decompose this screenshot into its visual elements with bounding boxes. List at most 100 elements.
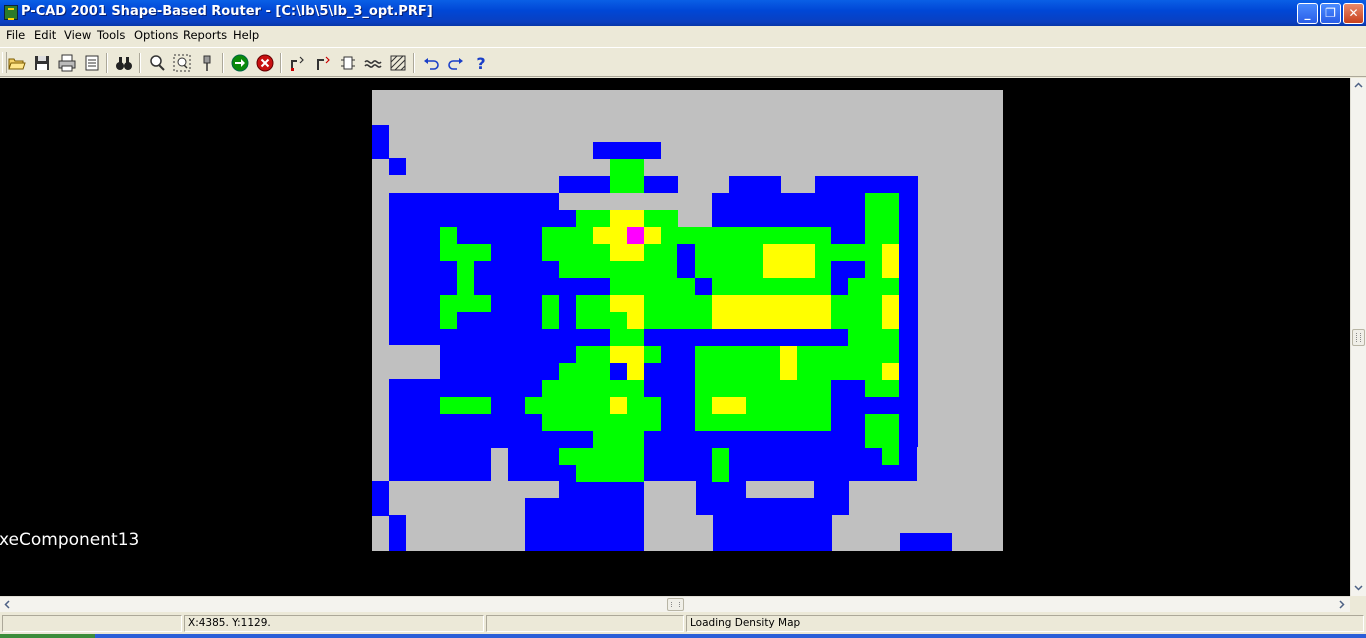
density-cell [576,465,644,482]
vertical-scroll-thumb[interactable] [1352,329,1365,346]
status-bar: X:4385. Y:1129. Loading Density Map [0,612,1366,634]
density-cell [542,380,644,397]
density-cell [610,397,627,414]
toolbar-separator [222,53,224,73]
close-icon: ✕ [1348,6,1359,20]
congestion-icon[interactable] [387,52,409,74]
density-cell [644,278,695,295]
density-cell [882,295,899,329]
menu-edit[interactable]: Edit [34,28,56,42]
density-cell [865,380,899,397]
scroll-right-button[interactable] [1334,597,1349,612]
density-cell [372,125,389,159]
toolbar-separator [413,53,415,73]
status-message: Loading Density Map [686,615,1364,632]
chevron-left-icon [4,600,10,609]
density-cell [389,515,406,551]
density-cell [712,448,729,482]
density-cell [729,176,781,193]
density-cell [440,227,457,244]
density-cell [525,397,542,414]
density-cell [610,210,644,227]
undo-icon[interactable] [420,52,442,74]
zoom-window-icon[interactable] [171,52,193,74]
density-cell [865,414,899,448]
density-cell [952,515,1003,551]
scroll-up-button[interactable] [1351,78,1366,93]
status-coordinates: X:4385. Y:1129. [184,615,484,632]
stop-route-icon[interactable] [254,52,276,74]
main-toolbar: ? [0,47,1366,77]
density-cell [695,346,848,380]
print-setup-icon[interactable] [81,52,103,74]
toolbar-separator [106,53,108,73]
density-cell [832,515,900,551]
density-icon[interactable] [362,52,384,74]
density-cell [372,481,389,516]
density-cell [882,363,899,380]
density-cell [491,481,559,498]
density-cell [865,193,899,227]
print-icon[interactable] [56,52,78,74]
routing-canvas[interactable]: xeComponent13 [0,78,1350,596]
minimize-button[interactable]: _ [1297,3,1318,24]
density-map [372,90,1003,551]
horizontal-scroll-thumb[interactable] [667,598,684,611]
density-cell [610,244,644,261]
status-panel-empty [2,615,182,632]
density-cell [627,227,644,244]
menu-tools[interactable]: Tools [97,28,125,42]
density-cell [900,533,952,551]
help-icon[interactable]: ? [470,52,492,74]
density-cell [712,397,746,414]
title-bar: P-CAD 2001 Shape-Based Router - [C:\lb\5… [0,0,1366,26]
restore-icon: ❐ [1325,6,1336,20]
toolbar-separator [280,53,282,73]
density-cell [780,346,797,380]
open-icon[interactable] [6,52,28,74]
density-cell [882,448,899,465]
chevron-up-icon [1354,82,1363,88]
density-cell [576,295,610,329]
menu-file[interactable]: File [6,28,25,42]
density-cell [440,312,457,329]
density-cell [746,481,814,498]
density-cell [559,261,593,278]
density-cell [627,312,644,329]
route-component-icon[interactable] [337,52,359,74]
density-cell [389,158,406,175]
menu-reports[interactable]: Reports [183,28,227,42]
route-connection-icon[interactable] [312,52,334,74]
scroll-down-button[interactable] [1351,580,1366,595]
redo-icon[interactable] [445,52,467,74]
density-cell [542,295,559,329]
find-icon[interactable] [113,52,135,74]
component-label: xeComponent13 [0,530,140,550]
save-icon[interactable] [31,52,53,74]
density-cell [815,176,918,193]
density-cell [610,159,644,193]
density-cell [542,397,661,431]
pin-icon[interactable] [196,52,218,74]
start-route-icon[interactable] [229,52,251,74]
route-net-icon[interactable] [287,52,309,74]
restore-button[interactable]: ❐ [1320,3,1341,24]
app-icon[interactable] [4,5,18,20]
vertical-scrollbar[interactable] [1350,78,1366,596]
density-cell [457,261,474,312]
svg-text:?: ? [476,54,485,72]
taskbar-edge [0,634,1366,638]
density-cell [763,244,815,278]
zoom-icon[interactable] [146,52,168,74]
density-cell [406,533,525,551]
horizontal-scrollbar[interactable] [0,596,1350,612]
scroll-left-button[interactable] [0,597,15,612]
menu-view[interactable]: View [64,28,91,42]
chevron-down-icon [1354,585,1363,591]
menu-options[interactable]: Options [134,28,178,42]
density-cell [440,397,491,414]
density-cell [661,481,696,551]
close-button[interactable]: ✕ [1343,3,1364,24]
menu-help[interactable]: Help [233,28,259,42]
density-cell [372,90,1003,125]
